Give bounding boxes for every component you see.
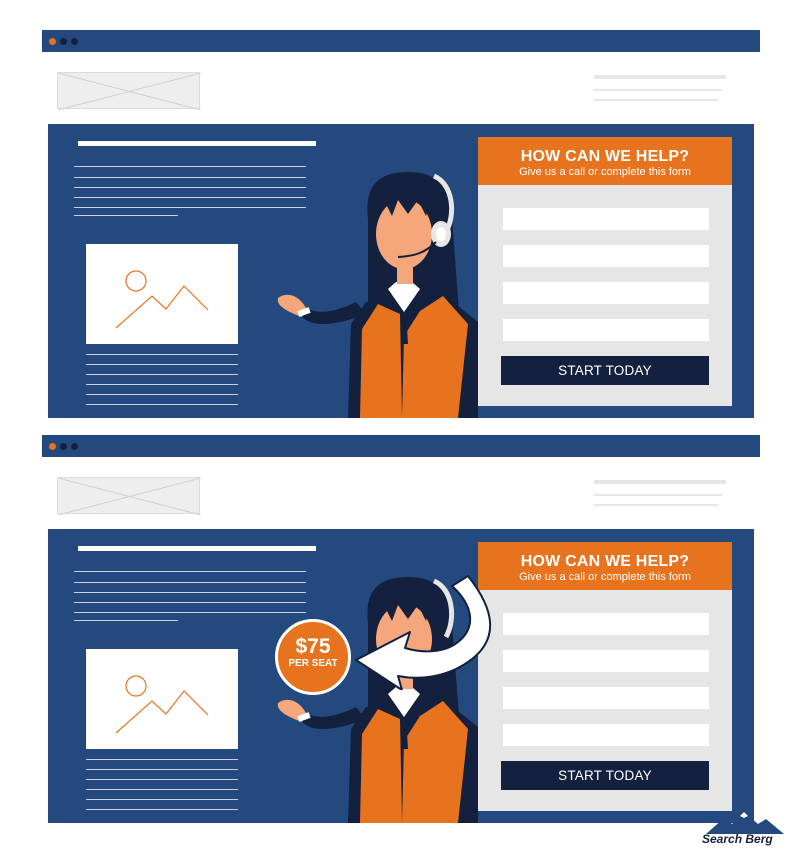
form-input-field[interactable] [503, 245, 709, 267]
browser-title-bar [42, 435, 760, 457]
start-today-button[interactable]: START TODAY [501, 356, 709, 385]
price-label: PER SEAT [288, 658, 338, 669]
nav-placeholder-line [594, 480, 726, 484]
brand-logo: Search Berg [700, 812, 792, 852]
mockup-panel-before: HOW CAN WE HELP? Give us a call or compl… [0, 0, 801, 418]
form-input-field[interactable] [503, 724, 709, 746]
nav-placeholder-line [594, 494, 722, 496]
form-input-field[interactable] [503, 650, 709, 672]
form-subtitle: Give us a call or complete this form [519, 571, 691, 583]
form-header: HOW CAN WE HELP? Give us a call or compl… [478, 542, 732, 590]
window-dot-navy [60, 38, 67, 45]
mockup-panel-after: HOW CAN WE HELP? Give us a call or compl… [0, 405, 801, 823]
form-title: HOW CAN WE HELP? [520, 148, 690, 165]
form-title: HOW CAN WE HELP? [520, 553, 690, 570]
form-input-field[interactable] [503, 282, 709, 304]
brand-name: Search Berg [702, 832, 773, 846]
placeholder-cross-icon [58, 73, 201, 110]
form-input-field[interactable] [503, 613, 709, 635]
window-dot-orange [49, 443, 56, 450]
form-header: HOW CAN WE HELP? Give us a call or compl… [478, 137, 732, 185]
browser-title-bar [42, 30, 760, 52]
curved-arrow-icon [355, 575, 492, 690]
start-today-button[interactable]: START TODAY [501, 761, 709, 790]
mountain-logo-icon [706, 812, 784, 834]
form-subtitle: Give us a call or complete this form [519, 166, 691, 178]
window-dot-navy [71, 38, 78, 45]
hero-section: HOW CAN WE HELP? Give us a call or compl… [48, 124, 754, 418]
window-dot-navy [60, 443, 67, 450]
nav-placeholder-line [594, 99, 718, 101]
price-badge: $75 PER SEAT [275, 619, 351, 695]
contact-form-card: HOW CAN WE HELP? Give us a call or compl… [478, 137, 732, 406]
logo-placeholder [57, 477, 201, 515]
placeholder-cross-icon [58, 478, 201, 515]
window-dot-orange [49, 38, 56, 45]
nav-placeholder-line [594, 504, 718, 506]
nav-placeholder-line [594, 89, 722, 91]
form-input-field[interactable] [503, 319, 709, 341]
window-dot-navy [71, 443, 78, 450]
price-amount: $75 [295, 635, 331, 658]
contact-form-card: HOW CAN WE HELP? Give us a call or compl… [478, 542, 732, 811]
nav-placeholder-line [594, 75, 726, 79]
form-input-field[interactable] [503, 208, 709, 230]
form-input-field[interactable] [503, 687, 709, 709]
logo-placeholder [57, 72, 201, 110]
